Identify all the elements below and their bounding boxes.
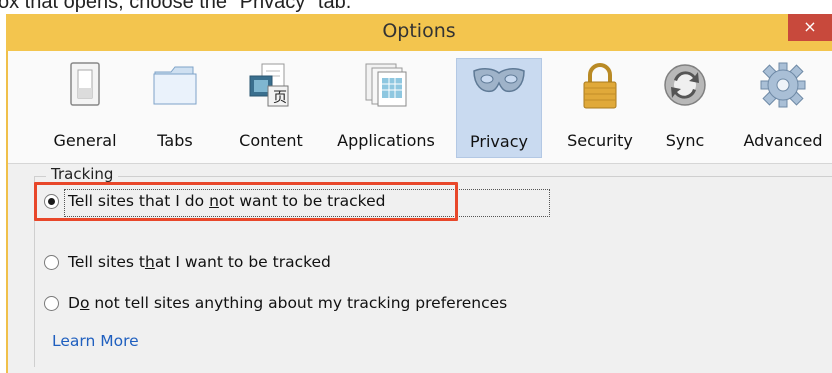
tracking-option-no-preference[interactable]: Do not tell sites anything about my trac… bbox=[44, 292, 507, 314]
applications-icon bbox=[328, 58, 444, 114]
tab-label: Applications bbox=[337, 131, 435, 150]
close-button[interactable]: × bbox=[788, 14, 832, 41]
tab-label: Advanced bbox=[743, 131, 823, 150]
options-tab-toolbar: General Tabs 页 Content Applications Priv… bbox=[8, 51, 832, 164]
tracking-option-do-not-track[interactable]: Tell sites that I do not want to be trac… bbox=[44, 190, 385, 212]
tab-label: Security bbox=[567, 131, 633, 150]
option-label: Tell sites that I want to be tracked bbox=[68, 253, 331, 271]
tracking-option-want-track[interactable]: Tell sites that I want to be tracked bbox=[44, 251, 331, 273]
title-bar: Options × bbox=[6, 14, 832, 51]
radio-button[interactable] bbox=[44, 295, 59, 311]
option-label: Do not tell sites anything about my trac… bbox=[68, 294, 508, 312]
tab-security[interactable]: Security bbox=[558, 58, 642, 158]
tab-general[interactable]: General bbox=[50, 58, 120, 158]
window-title: Options bbox=[382, 20, 456, 42]
tab-label: Content bbox=[239, 131, 303, 150]
sync-icon bbox=[654, 58, 716, 114]
general-icon bbox=[50, 58, 120, 114]
radio-button[interactable] bbox=[44, 254, 59, 270]
instruction-caption: ox that opens, choose the "Privacy" tab. bbox=[0, 0, 352, 13]
tab-label: Tabs bbox=[157, 131, 193, 150]
tab-label: Privacy bbox=[470, 132, 528, 151]
radio-button-checked[interactable] bbox=[44, 193, 59, 209]
svg-text:页: 页 bbox=[273, 90, 287, 106]
tab-advanced[interactable]: Advanced bbox=[734, 58, 832, 158]
tab-applications[interactable]: Applications bbox=[328, 58, 444, 158]
gear-icon bbox=[734, 58, 832, 114]
lock-icon bbox=[558, 58, 642, 114]
tab-content[interactable]: 页 Content bbox=[230, 58, 312, 158]
tracking-legend: Tracking bbox=[46, 165, 119, 183]
tab-label: Sync bbox=[665, 131, 705, 150]
learn-more-link[interactable]: Learn More bbox=[52, 332, 139, 350]
tab-tabs[interactable]: Tabs bbox=[142, 58, 208, 158]
option-label: Tell sites that I do not want to be trac… bbox=[68, 192, 386, 210]
mask-icon bbox=[457, 59, 541, 115]
tab-label: General bbox=[53, 131, 117, 150]
tab-sync[interactable]: Sync bbox=[654, 58, 716, 158]
content-icon: 页 bbox=[230, 58, 312, 114]
close-icon: × bbox=[803, 17, 817, 36]
tabs-icon bbox=[142, 58, 208, 114]
tab-privacy[interactable]: Privacy bbox=[456, 58, 542, 158]
